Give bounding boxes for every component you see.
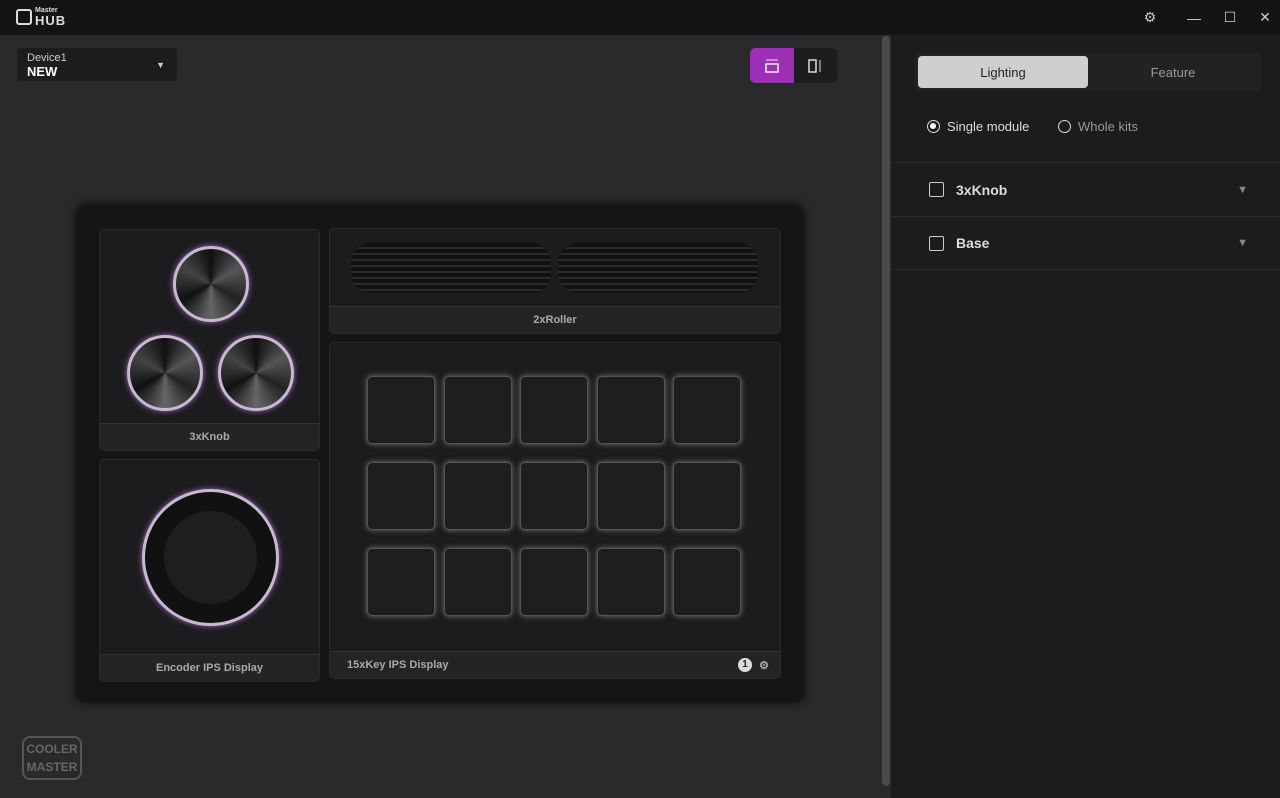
view-toggle[interactable] xyxy=(750,48,837,83)
device-select[interactable]: Device1 NEW ▼ xyxy=(17,48,177,81)
radio-whole-kits[interactable]: Whole kits xyxy=(1058,119,1138,134)
encoder-ring[interactable] xyxy=(142,489,279,626)
key-5[interactable] xyxy=(673,376,741,444)
section-label: Base xyxy=(956,235,990,251)
chevron-down-icon: ▼ xyxy=(1237,183,1248,196)
encoder-display xyxy=(164,511,257,604)
key-12[interactable] xyxy=(443,548,512,616)
roller-module[interactable]: 2xRoller xyxy=(329,228,781,334)
keys-settings-gear-icon[interactable]: ⚙ xyxy=(759,659,769,672)
key-6[interactable] xyxy=(367,462,435,530)
device-profile: NEW xyxy=(27,64,58,79)
keys-module-footer: 15xKey IPS Display 1 ⚙ xyxy=(330,651,780,678)
section-base[interactable]: Base ▼ xyxy=(891,216,1280,270)
encoder-module-label: Encoder IPS Display xyxy=(100,654,319,681)
settings-gear-icon[interactable]: ⚙ xyxy=(1132,0,1168,35)
key-4[interactable] xyxy=(596,376,665,444)
settings-panel xyxy=(891,35,1280,798)
knob-1[interactable] xyxy=(173,246,249,322)
vertical-layout-icon xyxy=(808,58,821,73)
minimize-button[interactable]: — xyxy=(1176,0,1212,35)
section-label: 3xKnob xyxy=(956,181,1008,198)
cooler-master-logo: COOLER MASTER xyxy=(22,736,82,780)
radio-label: Whole kits xyxy=(1078,119,1138,134)
logo-text-big: HUB xyxy=(35,13,67,28)
key-8[interactable] xyxy=(520,462,588,530)
key-13[interactable] xyxy=(520,548,588,616)
key-1[interactable] xyxy=(367,376,435,444)
key-15[interactable] xyxy=(673,548,741,616)
roller-module-label: 2xRoller xyxy=(330,306,780,333)
base-module-icon xyxy=(929,235,944,251)
encoder-module[interactable]: Encoder IPS Display xyxy=(99,459,320,682)
key-14[interactable] xyxy=(596,548,665,616)
key-3[interactable] xyxy=(520,376,588,444)
key-2[interactable] xyxy=(443,376,512,444)
panel-tabs: Lighting Feature xyxy=(915,53,1261,91)
key-9[interactable] xyxy=(596,462,665,530)
logo-icon xyxy=(16,9,32,25)
radio-single-module[interactable]: Single module xyxy=(927,119,1029,134)
close-button[interactable]: ✕ xyxy=(1247,0,1280,35)
knob-module-label: 3xKnob xyxy=(100,423,319,450)
page-badge[interactable]: 1 xyxy=(738,658,752,672)
knob-3[interactable] xyxy=(218,335,294,411)
knob-module[interactable]: 3xKnob xyxy=(99,229,320,451)
radio-label: Single module xyxy=(947,119,1030,134)
device-board: 3xKnob Encoder IPS Display 2xRoller 15xK… xyxy=(77,206,803,701)
section-3xknob[interactable]: 3xKnob ▼ xyxy=(891,162,1280,216)
roller-1[interactable] xyxy=(351,243,551,293)
chevron-down-icon: ▼ xyxy=(156,60,165,70)
scrollbar[interactable] xyxy=(882,36,890,786)
horizontal-layout-icon xyxy=(765,59,779,73)
tab-feature[interactable]: Feature xyxy=(1088,56,1258,88)
horizontal-layout-button[interactable] xyxy=(750,48,794,83)
radio-selected-icon xyxy=(927,120,940,133)
roller-2[interactable] xyxy=(558,243,758,293)
knob-2[interactable] xyxy=(127,335,203,411)
knob-module-icon xyxy=(929,182,944,197)
maximize-button[interactable]: ☐ xyxy=(1212,0,1248,35)
device-name: Device1 xyxy=(27,52,67,64)
chevron-down-icon: ▼ xyxy=(1237,237,1248,249)
key-11[interactable] xyxy=(367,548,435,616)
title-bar: Master HUB ⚙ — ☐ ✕ xyxy=(0,0,1280,35)
keys-module-label: 15xKey IPS Display xyxy=(347,659,449,671)
keys-module[interactable]: 15xKey IPS Display 1 ⚙ xyxy=(329,342,781,679)
key-10[interactable] xyxy=(673,462,741,530)
masterhub-logo: Master HUB xyxy=(16,7,66,27)
radio-empty-icon xyxy=(1058,120,1071,133)
tab-lighting[interactable]: Lighting xyxy=(918,56,1088,88)
vertical-layout-button[interactable] xyxy=(794,48,838,83)
key-7[interactable] xyxy=(443,462,512,530)
